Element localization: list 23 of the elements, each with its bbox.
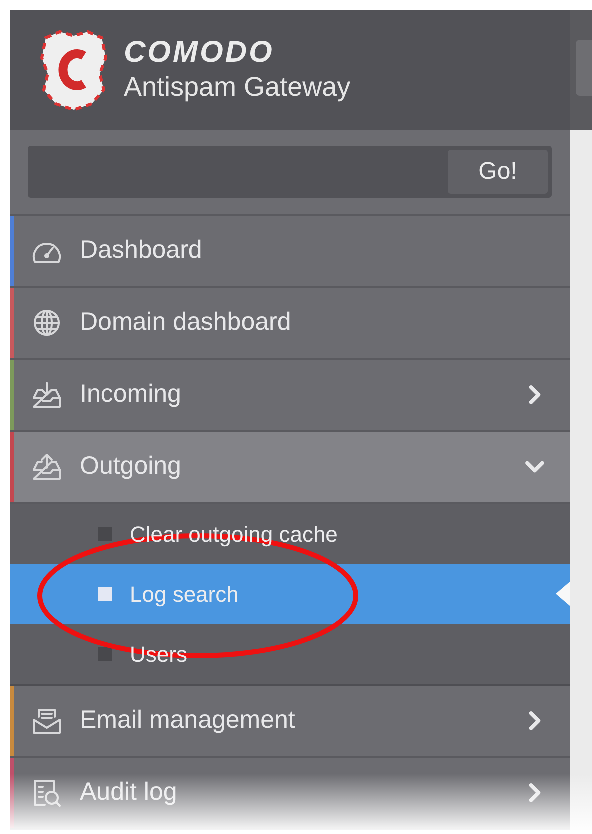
menu-item[interactable]: Dashboard xyxy=(10,216,570,288)
menu-item[interactable]: Domain dashboard xyxy=(10,288,570,360)
product-name: Antispam Gateway xyxy=(124,71,351,104)
menu-label: Email management xyxy=(80,705,296,736)
submenu-label: Log search xyxy=(130,580,239,609)
bullet-icon xyxy=(98,587,112,601)
menu-label: Domain dashboard xyxy=(80,307,292,338)
menu-label: Audit log xyxy=(80,777,178,808)
inbox-download-icon xyxy=(30,380,64,410)
open-envelope-icon xyxy=(30,706,64,736)
menu-item[interactable]: Outgoing xyxy=(10,432,570,504)
menu-item[interactable]: Email management xyxy=(10,686,570,758)
go-button[interactable]: Go! xyxy=(448,150,548,194)
inbox-upload-icon xyxy=(30,452,64,482)
search-field[interactable]: Go! xyxy=(28,146,552,198)
menu-label: Incoming xyxy=(80,379,182,410)
brand-name: COMODO xyxy=(124,36,276,70)
menu-label: Dashboard xyxy=(80,235,204,266)
bullet-icon xyxy=(98,647,112,661)
bullet-icon xyxy=(98,527,112,541)
submenu-item[interactable]: Log search xyxy=(10,564,570,624)
menu-item[interactable]: Incoming xyxy=(10,360,570,432)
menu-label: Outgoing xyxy=(80,451,182,482)
